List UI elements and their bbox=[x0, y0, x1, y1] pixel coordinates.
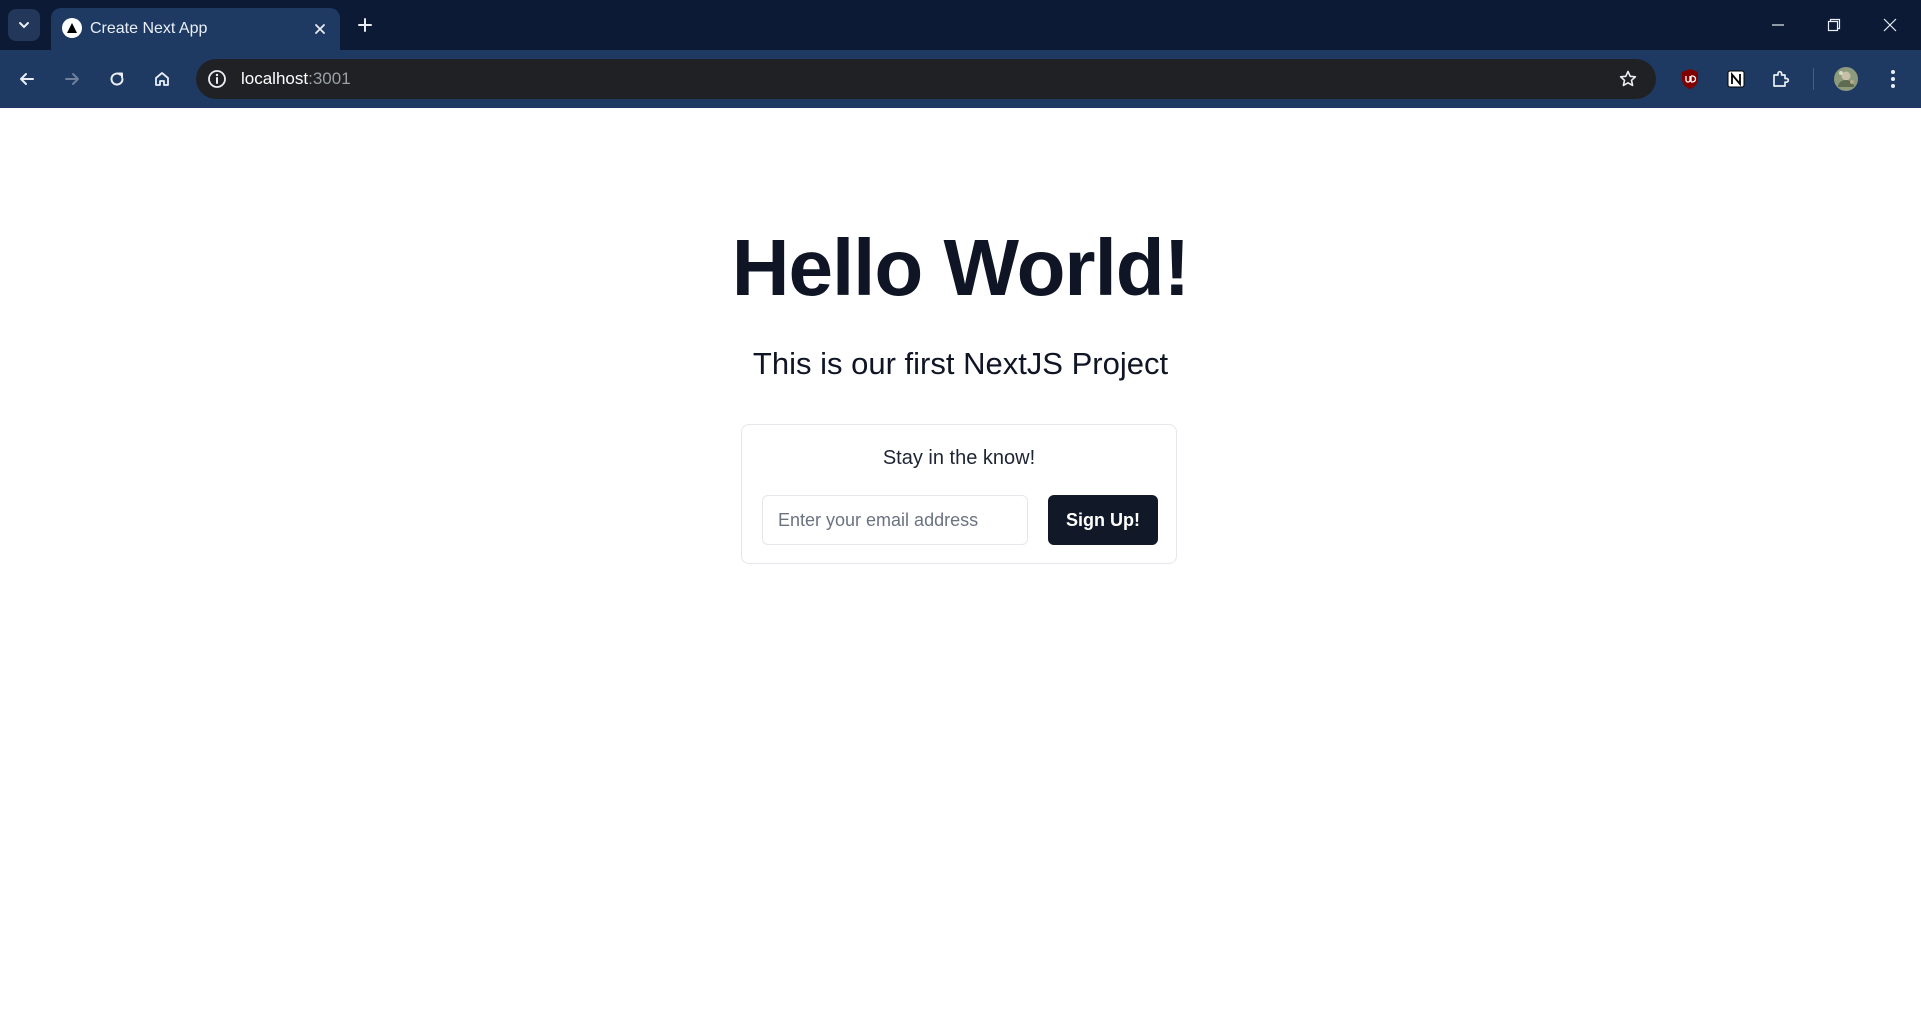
restore-icon bbox=[1827, 18, 1841, 32]
browser-tab-active[interactable]: Create Next App bbox=[51, 8, 340, 50]
toolbar-separator bbox=[1813, 68, 1814, 90]
address-bar[interactable]: localhost:3001 bbox=[196, 59, 1656, 99]
site-info-button[interactable] bbox=[202, 64, 232, 94]
browser-menu-button[interactable] bbox=[1876, 62, 1910, 96]
home-icon bbox=[155, 72, 169, 86]
minimize-icon bbox=[1772, 24, 1784, 26]
forward-button[interactable] bbox=[55, 62, 89, 96]
close-icon bbox=[315, 24, 325, 34]
chevron-down-icon bbox=[19, 22, 29, 29]
url-port: :3001 bbox=[308, 69, 351, 88]
ublock-origin-icon bbox=[1682, 69, 1698, 89]
notion-extension[interactable] bbox=[1719, 62, 1753, 96]
minimize-button[interactable] bbox=[1750, 0, 1806, 50]
home-button[interactable] bbox=[145, 62, 179, 96]
bookmark-button[interactable] bbox=[1614, 65, 1642, 93]
plus-icon bbox=[358, 18, 372, 32]
restore-button[interactable] bbox=[1806, 0, 1862, 50]
browser-toolbar: localhost:3001 bbox=[0, 50, 1921, 108]
kebab-menu-icon bbox=[1891, 70, 1895, 88]
ublock-origin-extension[interactable] bbox=[1673, 62, 1707, 96]
sign-up-button[interactable]: Sign Up! bbox=[1048, 495, 1158, 545]
new-tab-button[interactable] bbox=[350, 9, 380, 41]
page-heading: Hello World! bbox=[731, 223, 1191, 312]
extensions-button[interactable] bbox=[1764, 62, 1798, 96]
profile-avatar-icon bbox=[1834, 67, 1858, 91]
star-icon bbox=[1619, 70, 1637, 87]
notion-icon bbox=[1727, 70, 1745, 88]
browser-titlebar: Create Next App bbox=[0, 0, 1921, 50]
puzzle-piece-icon bbox=[1773, 70, 1790, 87]
newsletter-card: Stay in the know! Sign Up! bbox=[741, 424, 1177, 564]
url-text[interactable]: localhost:3001 bbox=[241, 69, 351, 89]
reload-icon bbox=[110, 72, 124, 86]
tab-close-button[interactable] bbox=[308, 17, 332, 41]
tab-search-button[interactable] bbox=[8, 9, 40, 41]
page-viewport: Hello World! This is our first NextJS Pr… bbox=[0, 108, 1921, 1021]
close-window-icon bbox=[1883, 18, 1897, 32]
back-arrow-icon bbox=[20, 73, 34, 85]
nextjs-favicon-icon bbox=[62, 18, 82, 38]
newsletter-title: Stay in the know! bbox=[882, 447, 1036, 469]
forward-arrow-icon bbox=[65, 73, 79, 85]
url-host: localhost bbox=[241, 69, 309, 88]
reload-button[interactable] bbox=[100, 62, 134, 96]
email-input[interactable] bbox=[762, 495, 1028, 545]
close-window-button[interactable] bbox=[1862, 0, 1918, 50]
page-subtitle: This is our first NextJS Project bbox=[752, 346, 1169, 381]
back-button[interactable] bbox=[10, 62, 44, 96]
info-icon bbox=[208, 70, 226, 88]
tab-title: Create Next App bbox=[90, 20, 208, 37]
profile-button[interactable] bbox=[1829, 62, 1863, 96]
